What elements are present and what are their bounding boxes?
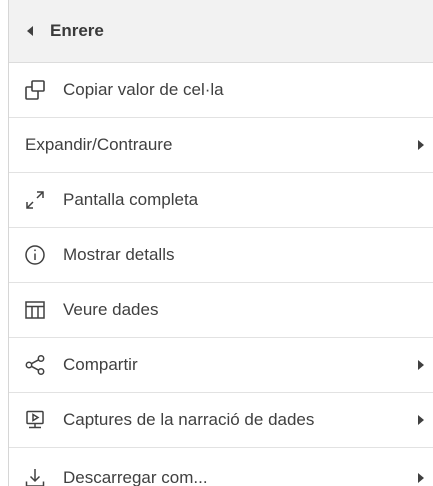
- snapshot-icon: [23, 408, 47, 432]
- menu-item-label: Descarregar com...: [63, 468, 208, 486]
- menu-item-view-data[interactable]: Veure dades: [9, 283, 433, 338]
- menu-item-fullscreen[interactable]: Pantalla completa: [9, 173, 433, 228]
- menu-item-label: Copiar valor de cel·la: [63, 80, 224, 99]
- info-icon: [23, 243, 47, 267]
- share-icon: [23, 353, 47, 377]
- menu-item-label: Expandir/Contraure: [25, 135, 173, 154]
- menu-item-show-details[interactable]: Mostrar detalls: [9, 228, 433, 283]
- menu-item-label: Mostrar detalls: [63, 245, 175, 264]
- menu-item-label: Compartir: [63, 355, 138, 374]
- submenu-arrow-icon: [418, 360, 424, 370]
- back-button[interactable]: Enrere: [9, 0, 433, 63]
- back-arrow-icon: [27, 26, 33, 36]
- copy-icon: [23, 78, 47, 102]
- menu-item-copy-cell-value[interactable]: Copiar valor de cel·la: [9, 63, 433, 118]
- submenu-arrow-icon: [418, 415, 424, 425]
- back-button-label: Enrere: [50, 21, 104, 40]
- menu-item-share[interactable]: Compartir: [9, 338, 433, 393]
- menu-item-label: Veure dades: [63, 300, 159, 319]
- menu-item-expand-collapse[interactable]: Expandir/Contraure: [9, 118, 433, 173]
- menu-item-label: Captures de la narració de dades: [63, 410, 315, 429]
- menu-item-download-as[interactable]: Descarregar com...: [9, 448, 433, 486]
- submenu-arrow-icon: [418, 473, 424, 483]
- expand-icon: [23, 188, 47, 212]
- menu-item-label: Pantalla completa: [63, 190, 199, 209]
- submenu-arrow-icon: [418, 140, 424, 150]
- menu-item-data-storytelling-snapshots[interactable]: Captures de la narració de dades: [9, 393, 433, 448]
- context-menu: Enrere Copiar valor de cel·la Expandir/C…: [8, 0, 433, 486]
- download-icon: [23, 466, 47, 486]
- table-icon: [23, 298, 47, 322]
